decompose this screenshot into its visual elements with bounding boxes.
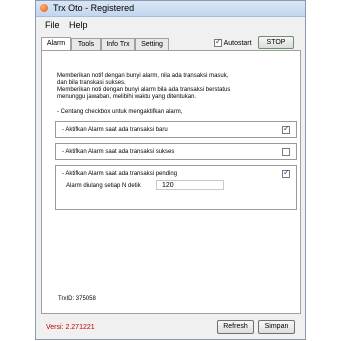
autostart-toggle[interactable]: Autostart [214, 37, 252, 49]
window-title: Trx Oto - Registered [53, 3, 135, 13]
option-label: - Aktifkan Alarm saat ada transaksi pend… [62, 171, 178, 177]
option-new-transaction[interactable]: - Aktifkan Alarm saat ada transaksi baru [55, 121, 297, 138]
autostart-label: Autostart [223, 40, 252, 47]
option-success-checkbox[interactable] [282, 148, 290, 156]
repeat-label: Alarm diulang setiap N detik [66, 183, 141, 189]
tab-tools[interactable]: Tools [71, 38, 101, 50]
tab-info-trx[interactable]: Info Trx [101, 38, 135, 50]
repeat-seconds-input[interactable]: 120 [156, 180, 224, 190]
menu-file[interactable]: File [42, 19, 63, 31]
app-window: Trx Oto - Registered File Help Alarm Too… [35, 0, 306, 340]
instruction-text: - Centang checkbox untuk mengaktifkan al… [57, 109, 183, 115]
option-success-transaction[interactable]: - Aktifkan Alarm saat ada transaksi suks… [55, 143, 297, 160]
description-text: Memberikan notif dengan bunyi alarm, nil… [57, 73, 231, 100]
option-pending-transaction[interactable]: - Aktifkan Alarm saat ada transaksi pend… [55, 165, 297, 210]
option-new-checkbox[interactable] [282, 124, 290, 134]
alarm-panel: Memberikan notif dengan bunyi alarm, nil… [41, 50, 301, 314]
stop-button[interactable]: STOP [258, 36, 294, 49]
autostart-checkbox[interactable] [214, 37, 222, 48]
trx-id: TrxID: 375058 [58, 296, 96, 302]
option-pending-checkbox[interactable] [282, 168, 290, 178]
tab-setting[interactable]: Setting [135, 38, 169, 50]
option-label: - Aktifkan Alarm saat ada transaksi baru [62, 127, 168, 133]
status-bar: Versi: 2.271221 Refresh Simpan [36, 317, 305, 339]
menu-bar: File Help [36, 18, 305, 32]
tab-alarm[interactable]: Alarm [41, 37, 71, 50]
refresh-button[interactable]: Refresh [217, 320, 254, 334]
menu-help[interactable]: Help [66, 19, 91, 31]
version-label: Versi: 2.271221 [46, 324, 95, 331]
app-icon [40, 4, 48, 12]
title-bar[interactable]: Trx Oto - Registered [36, 1, 305, 17]
simpan-button[interactable]: Simpan [258, 320, 295, 334]
option-label: - Aktifkan Alarm saat ada transaksi suks… [62, 149, 175, 155]
